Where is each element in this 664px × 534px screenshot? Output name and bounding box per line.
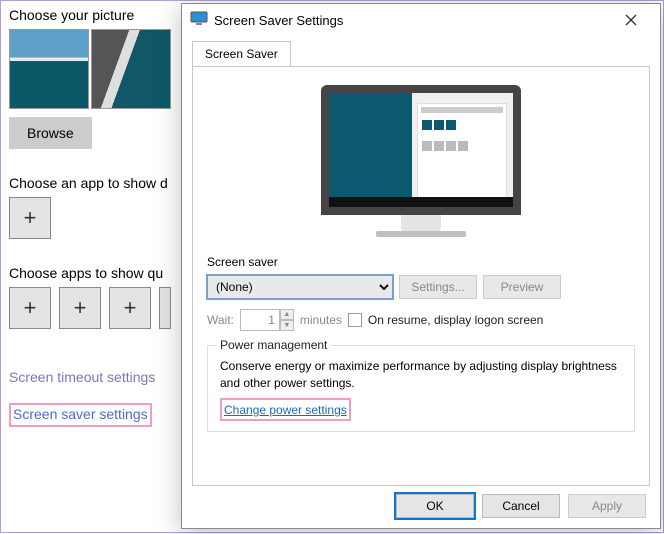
screensaver-select[interactable]: (None) [207, 275, 393, 299]
wait-label: Wait: [207, 313, 234, 327]
wait-row: Wait: ▲ ▼ minutes On resume, display log… [207, 309, 635, 331]
on-resume-label: On resume, display logon screen [368, 313, 543, 327]
apply-button[interactable]: Apply [568, 494, 646, 518]
wait-spinner[interactable]: ▲ ▼ [240, 309, 294, 331]
preview-monitor [207, 85, 635, 237]
minutes-label: minutes [300, 313, 342, 327]
add-quick-app-3[interactable]: + [109, 287, 151, 329]
picture-thumb-1[interactable] [9, 29, 89, 109]
settings-button[interactable]: Settings... [399, 275, 477, 299]
tab-content: Screen saver (None) Settings... Preview … [192, 66, 650, 486]
dialog-buttons: OK Cancel Apply [182, 486, 660, 528]
ok-button[interactable]: OK [396, 494, 474, 518]
screen-saver-settings-link[interactable]: Screen saver settings [13, 406, 148, 422]
tab-screen-saver[interactable]: Screen Saver [192, 41, 291, 67]
preview-button[interactable]: Preview [483, 275, 561, 299]
close-button[interactable] [608, 5, 654, 35]
browse-button[interactable]: Browse [9, 117, 92, 149]
screensaver-icon [190, 11, 208, 30]
tab-strip: Screen Saver [182, 40, 660, 66]
power-management-text: Conserve energy or maximize performance … [220, 358, 622, 393]
change-power-settings-link[interactable]: Change power settings [224, 403, 347, 417]
power-management-legend: Power management [216, 338, 331, 352]
add-app-button[interactable]: + [9, 197, 51, 239]
close-icon [625, 14, 637, 26]
cancel-button[interactable]: Cancel [482, 494, 560, 518]
wait-input[interactable] [240, 309, 280, 331]
add-quick-app-2[interactable]: + [59, 287, 101, 329]
dialog-title: Screen Saver Settings [214, 13, 608, 28]
wait-up[interactable]: ▲ [280, 309, 294, 320]
add-quick-app-4[interactable] [159, 287, 171, 329]
add-quick-app-1[interactable]: + [9, 287, 51, 329]
dialog-titlebar: Screen Saver Settings [182, 4, 660, 36]
screen-saver-dialog: Screen Saver Settings Screen Saver [181, 3, 661, 529]
wait-down[interactable]: ▼ [280, 320, 294, 331]
screensaver-label: Screen saver [207, 255, 635, 269]
power-management-group: Power management Conserve energy or maxi… [207, 345, 635, 432]
picture-thumb-2[interactable] [91, 29, 171, 109]
on-resume-checkbox[interactable] [348, 313, 362, 327]
